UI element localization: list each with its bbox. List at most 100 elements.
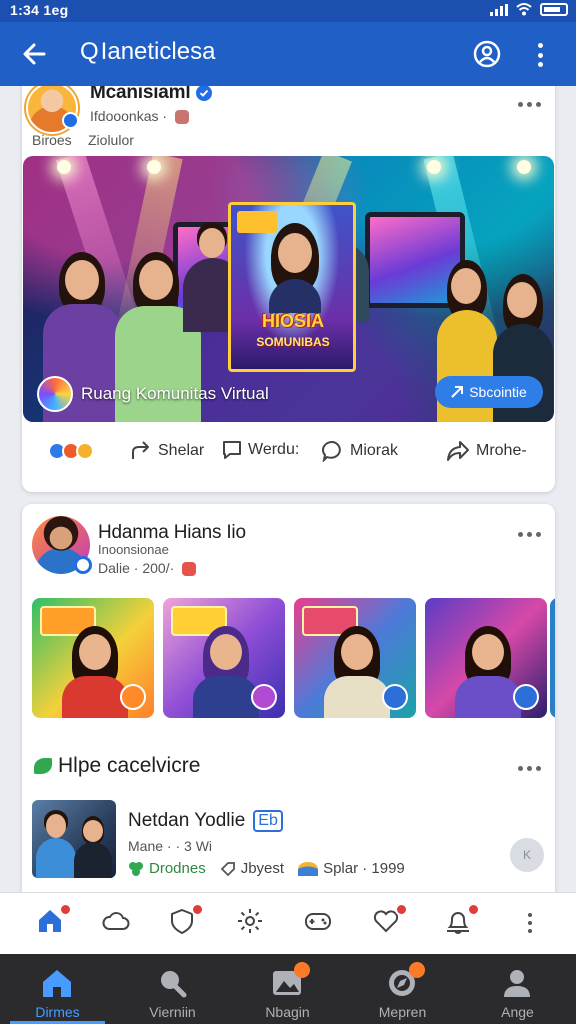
more-options-icon[interactable] — [530, 40, 550, 70]
more-action-label: Mrohe- — [476, 442, 527, 459]
label-right: Ziolulor — [88, 132, 134, 148]
bell-icon[interactable] — [444, 903, 480, 939]
wifi-icon — [516, 3, 532, 16]
post-card: Mcanisiaml Ifdooonkas · Biroes Ziolulor — [22, 86, 555, 492]
nav-item-explore[interactable]: Mepren — [345, 954, 460, 1024]
post-banner-image[interactable]: HIOSIA SOMUNIBAS Ruang Komunitas Virtual… — [23, 156, 554, 422]
post-options-icon[interactable] — [518, 102, 541, 107]
forward-icon — [447, 441, 469, 461]
poster-subtitle: SOMUNIBAS — [256, 335, 330, 349]
toolbar-more-icon[interactable] — [524, 909, 536, 937]
account-icon[interactable] — [472, 39, 502, 69]
banner-poster: HIOSIA SOMUNIBAS — [228, 202, 356, 372]
heart-icon[interactable] — [372, 903, 408, 939]
comment-button[interactable]: Werdu: — [222, 440, 299, 460]
status-time: 1:34 1eg — [10, 2, 69, 18]
haha-reaction-icon — [76, 442, 94, 460]
app-title: Q Ianeticlesa — [80, 38, 215, 66]
section-options-icon[interactable] — [518, 766, 541, 771]
author-name[interactable]: Mcanisiaml — [90, 86, 191, 104]
banner-action-button[interactable]: Sbcointie — [435, 376, 543, 408]
share-button[interactable]: Shelar — [130, 440, 204, 462]
video-badge: Eb — [253, 810, 283, 832]
tag-icon — [220, 861, 235, 876]
notification-badge — [294, 962, 310, 978]
media-thumbnail[interactable] — [294, 598, 416, 718]
settings-icon[interactable] — [236, 907, 268, 939]
gamepad-icon[interactable] — [304, 907, 336, 939]
video-meta: Mane · · 3 Wi — [128, 838, 213, 854]
play-icon[interactable] — [513, 684, 539, 710]
nav-item-home[interactable]: Dirmes — [0, 954, 115, 1024]
video-thumbnail[interactable] — [32, 800, 116, 878]
more-action-button[interactable]: Mrohe- — [446, 440, 527, 462]
nav-label: Vierniin — [149, 1004, 196, 1020]
search-icon — [161, 971, 187, 998]
page-title: Ianeticlesa — [100, 38, 216, 65]
post-actions: Shelar Werdu: Miorak Mrohe- — [22, 430, 555, 476]
search-glyph: Q — [80, 38, 99, 65]
media-thumbnail[interactable] — [425, 598, 547, 718]
media-thumbnail[interactable] — [32, 598, 154, 718]
nav-item-gallery[interactable]: Nbagin — [230, 954, 345, 1024]
nav-label: Dirmes — [35, 1004, 80, 1020]
label-left: Biroes — [32, 132, 72, 148]
video-title[interactable]: Netdan Yodlie — [128, 810, 245, 832]
comment-icon — [223, 441, 241, 459]
action-toolbar — [0, 892, 576, 954]
stat-likes: Drodnes — [149, 860, 206, 877]
banner-caption: Ruang Komunitas Virtual — [81, 384, 269, 403]
verified-icon — [74, 556, 92, 574]
media-carousel[interactable] — [32, 598, 555, 720]
media-thumbnail[interactable] — [163, 598, 285, 718]
nav-label: Mepren — [378, 1004, 427, 1020]
battery-icon — [540, 3, 568, 16]
play-icon[interactable] — [251, 684, 277, 710]
author-handle: Inoonsionae — [98, 542, 169, 557]
floating-action-button[interactable]: K — [510, 838, 544, 872]
shield-icon[interactable] — [168, 903, 204, 939]
message-label: Miorak — [350, 442, 399, 459]
privacy-icon — [174, 110, 189, 125]
privacy-icon — [182, 562, 197, 577]
status-bar: 1:34 1eg — [0, 0, 576, 22]
post-meta: Dalie · 200/· — [98, 560, 175, 576]
clover-icon — [129, 861, 143, 876]
share-icon — [132, 441, 149, 459]
online-badge-icon — [62, 112, 79, 129]
home-icon — [43, 970, 71, 997]
play-icon[interactable] — [382, 684, 408, 710]
message-button[interactable]: Miorak — [322, 440, 398, 462]
splash-icon — [298, 861, 319, 876]
play-icon[interactable] — [120, 684, 146, 710]
bottom-navigation: Dirmes Vierniin Nbagin Mepren Ange — [0, 954, 576, 1024]
leaf-icon — [34, 758, 52, 774]
reaction-icons[interactable] — [48, 442, 94, 460]
back-arrow-icon[interactable] — [18, 38, 50, 70]
verified-icon — [196, 86, 213, 101]
chat-bubble-icon — [322, 440, 341, 462]
cloud-icon[interactable] — [102, 907, 134, 939]
send-icon — [451, 386, 464, 398]
nav-label: Ange — [501, 1004, 534, 1020]
community-logo — [37, 376, 73, 412]
banner-button-label: Sbcointie — [469, 384, 527, 400]
post-options-icon[interactable] — [518, 532, 541, 537]
post-card: Hdanma Hians Iio Inoonsionae Dalie · 200… — [22, 504, 555, 892]
nav-item-search[interactable]: Vierniin — [115, 954, 230, 1024]
nav-item-profile[interactable]: Ange — [460, 954, 575, 1024]
signal-icon — [490, 3, 508, 16]
stat-views: Jbyest — [240, 860, 285, 877]
comment-label: Werdu: — [248, 441, 300, 458]
profile-icon — [504, 970, 530, 997]
poster-title: HIOSIA — [261, 311, 324, 331]
media-thumbnail[interactable] — [550, 598, 555, 718]
feed[interactable]: Mcanisiaml Ifdooonkas · Biroes Ziolulor — [0, 86, 576, 892]
author-name[interactable]: Hdanma Hians Iio — [98, 522, 246, 544]
section-title: Hlpe cacelvicre — [58, 754, 201, 777]
nav-label: Nbagin — [265, 1004, 310, 1020]
post-meta: Ifdooonkas · — [90, 108, 168, 124]
stat-shares: Splar · 1999 — [323, 860, 405, 877]
home-icon[interactable] — [36, 903, 72, 939]
notification-badge — [409, 962, 425, 978]
